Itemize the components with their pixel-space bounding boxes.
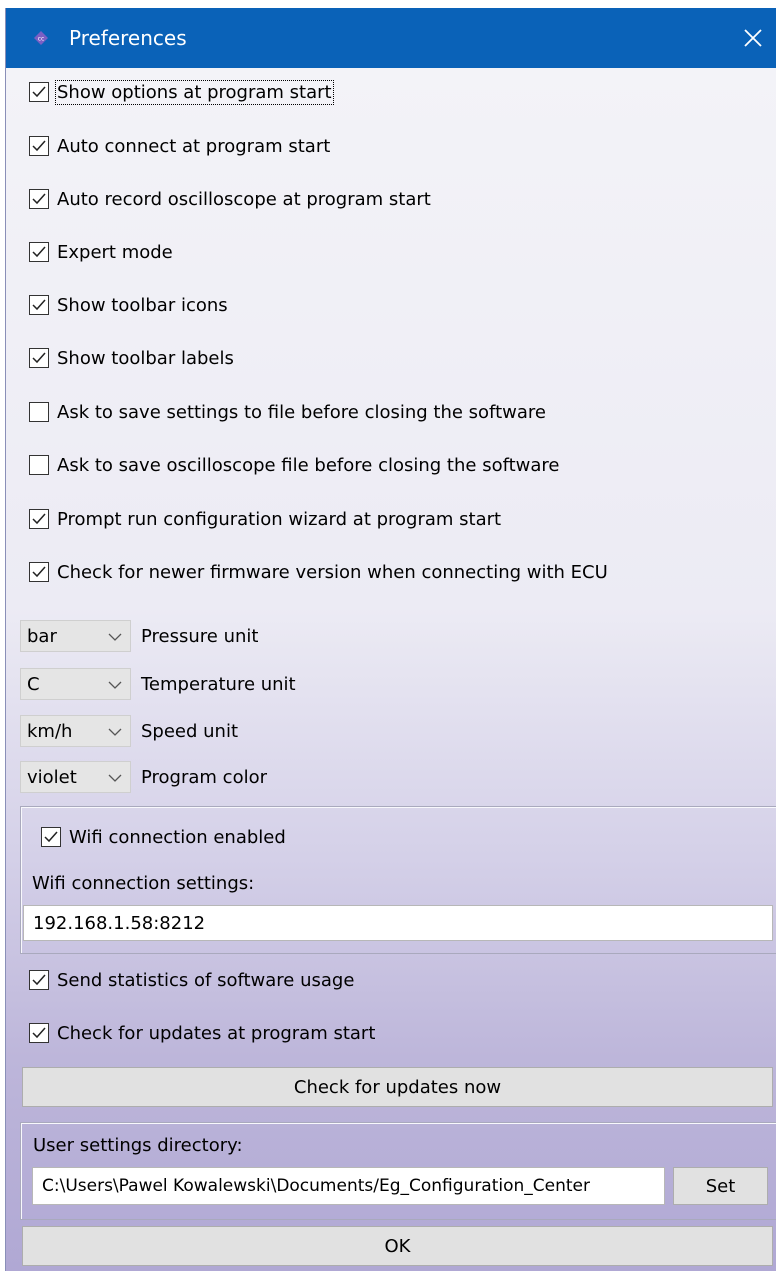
app-logo-icon: cc	[34, 31, 48, 45]
ask-save-settings-checkbox[interactable]: Ask to save settings to file before clos…	[29, 399, 546, 425]
ok-button[interactable]: OK	[22, 1226, 773, 1266]
check-firmware-version-label: Check for newer firmware version when co…	[57, 561, 608, 583]
temperature-unit-row: C Temperature unit	[20, 668, 296, 700]
show-toolbar-labels-checkbox[interactable]: Show toolbar labels	[29, 345, 234, 371]
prompt-config-wizard-label: Prompt run configuration wizard at progr…	[57, 508, 502, 530]
checkbox-box[interactable]	[29, 455, 49, 475]
checkbox-box[interactable]	[29, 295, 49, 315]
program-color-value: violet	[27, 766, 77, 788]
ask-save-settings-label: Ask to save settings to file before clos…	[57, 401, 546, 423]
auto-record-oscilloscope-checkbox[interactable]: Auto record oscilloscope at program star…	[29, 186, 431, 212]
chevron-down-icon	[108, 633, 122, 641]
close-icon	[744, 29, 762, 47]
wifi-enabled-checkbox[interactable]: Wifi connection enabled	[41, 824, 286, 850]
checkbox-box[interactable]	[29, 509, 49, 529]
check-icon	[32, 566, 46, 578]
check-icon	[32, 299, 46, 311]
temperature-unit-label: Temperature unit	[141, 673, 296, 695]
expert-mode-checkbox[interactable]: Expert mode	[29, 239, 173, 265]
auto-connect-start-checkbox[interactable]: Auto connect at program start	[29, 133, 330, 159]
checkbox-box[interactable]	[29, 562, 49, 582]
wifi-settings-label: Wifi connection settings:	[32, 873, 255, 894]
checkbox-box[interactable]	[29, 242, 49, 262]
check-icon	[32, 140, 46, 152]
expert-mode-label: Expert mode	[57, 241, 173, 263]
show-options-start-label: Show options at program start	[55, 79, 334, 105]
auto-record-oscilloscope-label: Auto record oscilloscope at program star…	[57, 188, 431, 210]
speed-unit-value: km/h	[27, 720, 73, 742]
check-icon	[32, 974, 46, 986]
wifi-enabled-label: Wifi connection enabled	[69, 826, 286, 848]
checkbox-box[interactable]	[29, 82, 49, 102]
user-settings-label: User settings directory:	[33, 1135, 243, 1156]
pressure-unit-value: bar	[27, 625, 57, 647]
checkbox-box[interactable]	[29, 970, 49, 990]
checkbox-box[interactable]	[29, 189, 49, 209]
check-updates-start-label: Check for updates at program start	[57, 1022, 376, 1044]
temperature-unit-select[interactable]: C	[20, 668, 131, 700]
checkbox-box[interactable]	[29, 136, 49, 156]
user-settings-path-input[interactable]: C:\Users\Pawel Kowalewski\Documents/Eg_C…	[32, 1167, 665, 1205]
auto-connect-start-label: Auto connect at program start	[57, 135, 331, 157]
close-button[interactable]	[730, 8, 776, 68]
set-directory-button[interactable]: Set	[673, 1167, 768, 1205]
wifi-address-input[interactable]: 192.168.1.58:8212	[23, 905, 773, 941]
user-settings-group: User settings directory: C:\Users\Pawel …	[20, 1122, 776, 1220]
chevron-down-icon	[108, 681, 122, 689]
check-firmware-version-checkbox[interactable]: Check for newer firmware version when co…	[29, 559, 608, 585]
svg-text:cc: cc	[38, 36, 45, 43]
program-color-row: violet Program color	[20, 761, 267, 793]
show-toolbar-icons-checkbox[interactable]: Show toolbar icons	[29, 292, 228, 318]
pressure-unit-label: Pressure unit	[141, 625, 259, 647]
wifi-group: Wifi connection enabled Wifi connection …	[20, 806, 776, 954]
temperature-unit-value: C	[27, 673, 40, 695]
speed-unit-row: km/h Speed unit	[20, 715, 238, 747]
show-options-start-checkbox[interactable]: Show options at program start	[29, 79, 334, 105]
check-icon	[32, 352, 46, 364]
ask-save-oscilloscope-label: Ask to save oscilloscope file before clo…	[57, 454, 560, 476]
checkbox-box[interactable]	[41, 827, 61, 847]
preferences-window: cc Preferences Show options at program s…	[5, 8, 776, 1271]
send-statistics-label: Send statistics of software usage	[57, 969, 355, 991]
program-color-select[interactable]: violet	[20, 761, 131, 793]
speed-unit-select[interactable]: km/h	[20, 715, 131, 747]
check-icon	[32, 193, 46, 205]
chevron-down-icon	[108, 774, 122, 782]
send-statistics-checkbox[interactable]: Send statistics of software usage	[29, 967, 354, 993]
show-toolbar-icons-label: Show toolbar icons	[57, 294, 228, 316]
ask-save-oscilloscope-checkbox[interactable]: Ask to save oscilloscope file before clo…	[29, 452, 560, 478]
checkbox-box[interactable]	[29, 1023, 49, 1043]
check-updates-start-checkbox[interactable]: Check for updates at program start	[29, 1020, 375, 1046]
pressure-unit-row: bar Pressure unit	[20, 620, 258, 652]
title-bar: cc Preferences	[6, 8, 776, 68]
check-icon	[32, 1027, 46, 1039]
check-icon	[32, 513, 46, 525]
pressure-unit-select[interactable]: bar	[20, 620, 131, 652]
checkbox-box[interactable]	[29, 402, 49, 422]
check-icon	[32, 246, 46, 258]
show-toolbar-labels-label: Show toolbar labels	[57, 347, 234, 369]
checkbox-box[interactable]	[29, 348, 49, 368]
prompt-config-wizard-checkbox[interactable]: Prompt run configuration wizard at progr…	[29, 506, 501, 532]
check-updates-now-button[interactable]: Check for updates now	[22, 1067, 773, 1107]
check-icon	[44, 831, 58, 843]
chevron-down-icon	[108, 728, 122, 736]
check-icon	[32, 86, 46, 98]
window-title: Preferences	[69, 26, 187, 50]
speed-unit-label: Speed unit	[141, 720, 239, 742]
program-color-label: Program color	[141, 766, 267, 788]
